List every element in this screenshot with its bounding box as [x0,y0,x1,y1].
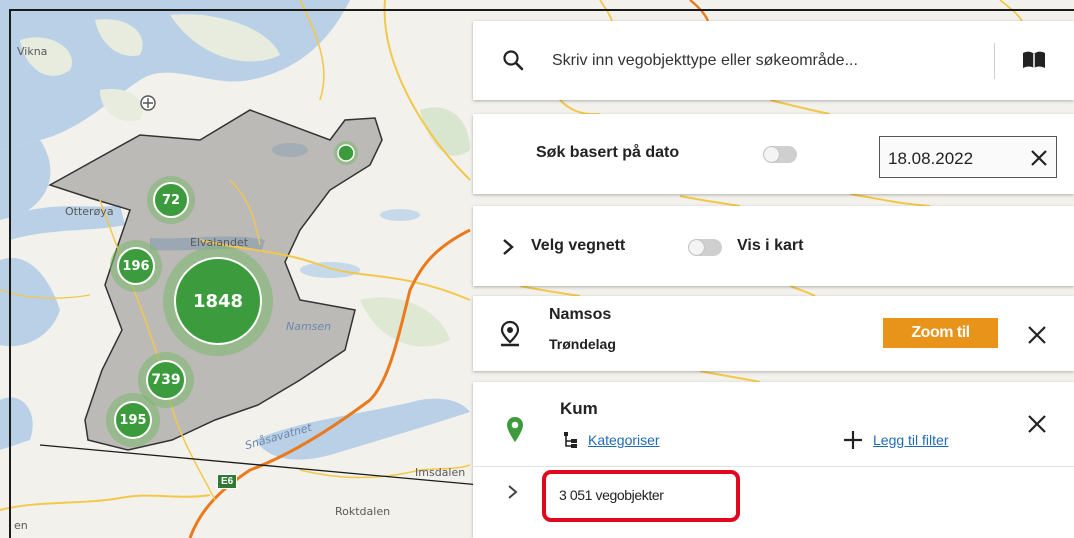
cluster-count: 1848 [174,257,262,345]
date-filter-label: Søk basert på dato [536,144,680,161]
add-filter-link[interactable]: Legg til filter [873,432,948,448]
place-imsdalen: Imsdalen [415,466,466,479]
date-value: 18.08.2022 [888,149,974,168]
cluster-count: 739 [146,360,186,400]
show-in-map-toggle[interactable] [688,239,722,256]
place-roktdalen: Roktdalen [335,505,391,518]
search-divider [994,43,995,79]
categorize-link[interactable]: Kategoriser [588,432,660,448]
location-area-icon [500,320,520,347]
cluster-marker[interactable]: 195 [106,393,160,447]
chevron-right-icon[interactable] [507,484,519,500]
screenshot-stage: Vikna Otterøya Elvalandet Namsen Snåsava… [0,0,1074,538]
cluster-marker[interactable]: 196 [110,240,162,292]
map-pin-icon [507,417,523,442]
book-icon[interactable] [1021,50,1047,70]
place-vikna: Vikna [17,45,48,58]
area-name: Namsos [549,306,612,323]
search-input[interactable]: Skriv inn vegobjekttype eller søkeområde… [552,52,858,70]
close-icon[interactable] [1029,148,1049,168]
hierarchy-icon [564,432,577,448]
search-panel: Skriv inn vegobjekttype eller søkeområde… [473,21,1074,100]
layer-divider [473,466,1074,467]
road-shield-e6: E6 [217,474,238,489]
cluster-count: 72 [153,182,189,218]
plus-icon[interactable] [843,430,863,450]
place-otteroya: Otterøya [65,205,114,218]
network-panel: Velg vegnett Vis i kart [473,206,1074,286]
zoom-to-button[interactable]: Zoom til [883,318,998,348]
highlight-box [542,470,740,522]
date-panel: Søk basert på dato 18.08.2022 [473,114,1074,194]
place-namsen: Namsen [286,320,332,333]
cluster-count: 196 [117,247,155,285]
show-in-map-label: Vis i kart [737,237,804,254]
area-panel: Namsos Trøndelag Zoom til [473,296,1074,371]
place-en: en [14,519,28,532]
chevron-right-icon[interactable] [501,238,515,256]
cluster-marker[interactable]: 1848 [163,246,273,356]
date-toggle[interactable] [763,146,797,163]
cluster-marker[interactable]: 72 [147,176,195,224]
date-field[interactable]: 18.08.2022 [879,136,1057,178]
area-region: Trøndelag [549,336,616,352]
close-icon[interactable] [1026,324,1048,346]
layer-name: Kum [560,399,598,418]
close-icon[interactable] [1026,413,1048,435]
network-label[interactable]: Velg vegnett [531,237,625,255]
cluster-count: 195 [114,401,152,439]
search-icon[interactable] [502,49,524,71]
